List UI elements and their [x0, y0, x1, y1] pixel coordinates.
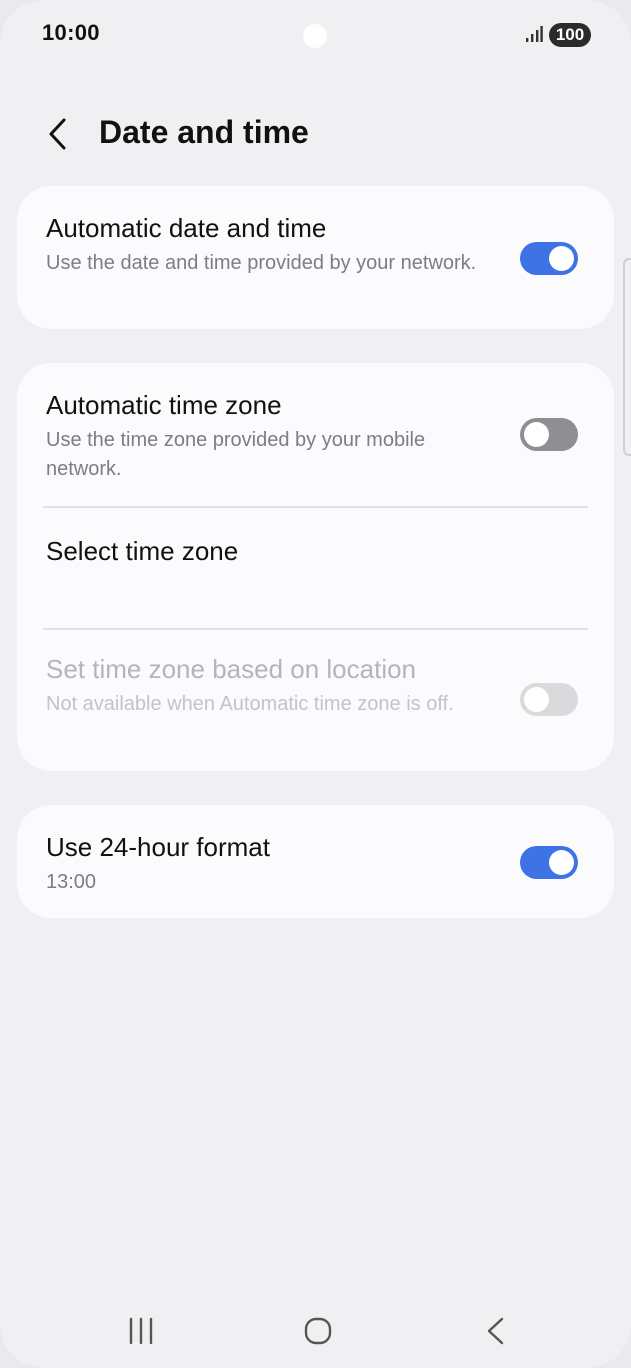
battery-badge: 100 [549, 23, 591, 47]
setting-automatic-time-zone[interactable]: Automatic time zone Use the time zone pr… [17, 363, 614, 506]
page-title: Date and time [99, 114, 309, 150]
setting-description: Use the time zone provided by your mobil… [46, 429, 426, 480]
automatic-date-time-toggle[interactable] [520, 242, 578, 275]
toggle-knob [549, 246, 574, 271]
setting-title: Automatic time zone [46, 390, 282, 420]
card-automatic-date-time: Automatic date and time Use the date and… [17, 186, 614, 329]
setting-description: 13:00 [46, 871, 97, 893]
toggle-knob [524, 687, 549, 712]
navigation-bar [0, 1300, 631, 1364]
setting-description: Use the date and time provided by your n… [46, 252, 477, 274]
setting-time-zone-location: Set time zone based on location Not avai… [17, 630, 614, 771]
card-time-zone: Automatic time zone Use the time zone pr… [17, 363, 614, 771]
toggle-knob [549, 850, 574, 875]
signal-bars-icon [526, 26, 543, 42]
status-time: 10:00 [42, 20, 100, 45]
recents-icon[interactable] [122, 1314, 162, 1348]
setting-description: Not available when Automatic time zone i… [46, 693, 454, 715]
scroll-indicator[interactable] [623, 258, 631, 456]
setting-title: Set time zone based on location [46, 654, 417, 684]
back-arrow-icon[interactable] [44, 116, 72, 152]
automatic-time-zone-toggle[interactable] [520, 418, 578, 451]
phone-screen: 10:00 100 Date and time Automatic date a… [0, 0, 631, 1368]
back-icon[interactable] [476, 1314, 516, 1348]
card-24-hour-format: Use 24-hour format 13:00 [17, 805, 614, 918]
time-zone-location-toggle [520, 683, 578, 716]
setting-title: Select time zone [46, 536, 239, 566]
setting-select-time-zone[interactable]: Select time zone [17, 508, 614, 628]
setting-title: Use 24-hour format [46, 832, 270, 862]
setting-automatic-date-time[interactable]: Automatic date and time Use the date and… [17, 186, 614, 329]
status-bar: 10:00 100 [0, 0, 631, 70]
use-24-hour-toggle[interactable] [520, 846, 578, 879]
app-header: Date and time [0, 100, 631, 170]
camera-cutout [303, 24, 327, 48]
toggle-knob [524, 422, 549, 447]
home-icon[interactable] [298, 1314, 338, 1348]
setting-use-24-hour[interactable]: Use 24-hour format 13:00 [17, 805, 614, 918]
setting-title: Automatic date and time [46, 213, 327, 243]
